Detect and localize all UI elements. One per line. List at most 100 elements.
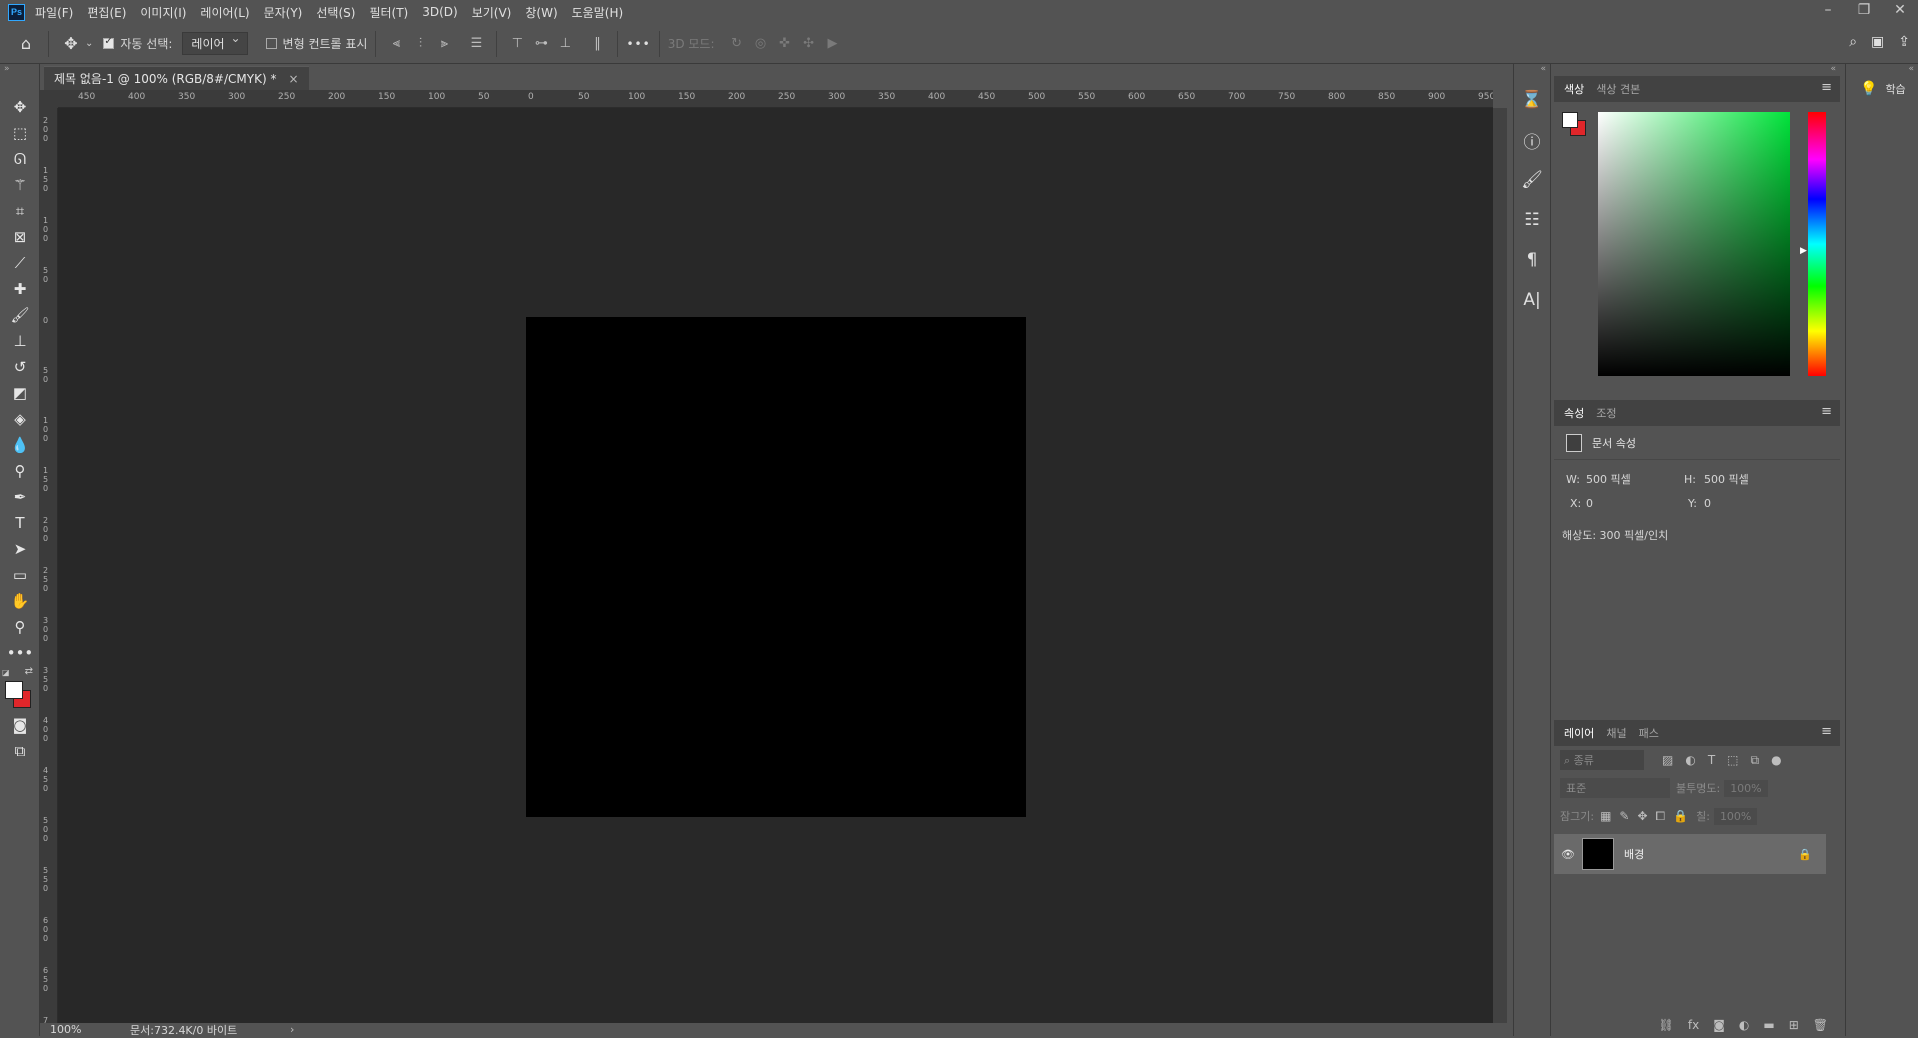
panel-menu-icon[interactable]: ≡ xyxy=(1821,724,1832,739)
close-icon[interactable]: ✕ xyxy=(1882,0,1918,24)
align-left-icon[interactable]: ⫷ xyxy=(384,36,408,51)
collapse-icon[interactable]: » xyxy=(0,64,39,94)
3d-roll-icon[interactable]: ◎ xyxy=(749,36,773,51)
edit-toolbar-icon[interactable]: ••• xyxy=(0,640,40,666)
eraser-tool-icon[interactable]: ◩ xyxy=(0,380,40,406)
collapse-icon[interactable]: « xyxy=(1554,64,1840,76)
tab-paths[interactable]: 패스 xyxy=(1637,725,1669,741)
menu-view[interactable]: 보기(V) xyxy=(472,4,512,21)
vertical-scrollbar[interactable] xyxy=(1493,108,1507,1023)
filter-smart-object-icon[interactable]: ⧉ xyxy=(1751,753,1760,768)
eyedropper-tool-icon[interactable]: ⟋ xyxy=(0,250,40,276)
fx-icon[interactable]: fx xyxy=(1688,1018,1699,1032)
dodge-tool-icon[interactable]: ⚲ xyxy=(0,458,40,484)
menu-file[interactable]: 파일(F) xyxy=(35,4,73,21)
tab-color[interactable]: 색상 xyxy=(1562,81,1594,97)
link-layers-icon[interactable]: ⛓ xyxy=(1659,1018,1674,1032)
frame-tool-icon[interactable]: ⊠ xyxy=(0,224,40,250)
lock-transparent-icon[interactable]: ▦ xyxy=(1600,809,1611,823)
tab-layers[interactable]: 레이어 xyxy=(1562,725,1604,741)
panel-menu-icon[interactable]: ≡ xyxy=(1821,80,1832,95)
h-value[interactable]: 500 픽셀 xyxy=(1704,471,1749,487)
opacity-input[interactable]: 100% xyxy=(1724,779,1768,797)
foreground-color-chip[interactable] xyxy=(1562,112,1578,128)
marquee-tool-icon[interactable]: ⬚ xyxy=(0,120,40,146)
document-tab[interactable]: 제목 없음-1 @ 100% (RGB/8#/CMYK) * × xyxy=(44,66,309,90)
blur-tool-icon[interactable]: 💧 xyxy=(0,432,40,458)
tab-adjustments[interactable]: 조정 xyxy=(1594,405,1626,421)
document-canvas[interactable] xyxy=(526,317,1026,817)
align-vcenter-icon[interactable]: ⊶ xyxy=(529,36,553,51)
healing-brush-tool-icon[interactable]: ✚ xyxy=(0,276,40,302)
move-tool-icon[interactable]: ✥ xyxy=(0,94,40,120)
auto-select-target-dropdown[interactable]: 레이어 xyxy=(182,31,248,55)
collapse-icon[interactable]: « xyxy=(1846,64,1918,76)
filter-shape-icon[interactable]: ⬚ xyxy=(1727,753,1738,767)
filter-adjustment-icon[interactable]: ◐ xyxy=(1685,753,1695,767)
learn-button[interactable]: 💡 학습 xyxy=(1846,76,1918,102)
paragraph-icon[interactable]: ¶ xyxy=(1514,240,1550,280)
adjustment-layer-icon[interactable]: ◐ xyxy=(1739,1018,1749,1032)
move-tool-icon[interactable]: ✥ xyxy=(57,34,85,53)
add-mask-icon[interactable]: ◙ xyxy=(1713,1018,1725,1032)
magic-wand-tool-icon[interactable]: ⚚ xyxy=(0,172,40,198)
distribute-vertical-icon[interactable]: ☰ xyxy=(464,36,488,51)
menu-filter[interactable]: 필터(T) xyxy=(369,4,408,21)
default-colors-icon[interactable]: ◪ xyxy=(2,668,10,677)
history-icon[interactable]: ⌛ xyxy=(1514,80,1550,120)
distribute-horizontal-icon[interactable]: ‖ xyxy=(585,36,609,51)
type-tool-icon[interactable]: T xyxy=(0,510,40,536)
delete-layer-icon[interactable]: 🗑 xyxy=(1813,1018,1828,1032)
3d-slide-icon[interactable]: ✣ xyxy=(797,36,821,51)
paint-bucket-tool-icon[interactable]: ◈ xyxy=(0,406,40,432)
filter-toggle-icon[interactable]: ● xyxy=(1771,753,1781,767)
tab-properties[interactable]: 속성 xyxy=(1562,405,1594,421)
share-icon[interactable]: ⇪ xyxy=(1898,34,1910,50)
align-hcenter-icon[interactable]: ⫶ xyxy=(408,36,432,51)
lock-image-icon[interactable]: ✎ xyxy=(1619,809,1629,823)
x-value[interactable]: 0 xyxy=(1586,497,1688,510)
more-options-icon[interactable]: ••• xyxy=(626,37,650,51)
hue-slider[interactable] xyxy=(1808,112,1826,376)
w-value[interactable]: 500 픽셀 xyxy=(1586,471,1684,487)
panel-menu-icon[interactable]: ≡ xyxy=(1821,404,1832,419)
workspace-icon[interactable]: ▣ xyxy=(1871,34,1884,50)
photoshop-logo[interactable]: Ps xyxy=(8,3,25,21)
layer-row[interactable]: 👁 배경 🔒 xyxy=(1554,834,1826,874)
menu-select[interactable]: 선택(S) xyxy=(316,4,355,21)
path-selection-tool-icon[interactable]: ➤ xyxy=(0,536,40,562)
zoom-level[interactable]: 100% xyxy=(50,1023,110,1036)
screen-mode-icon[interactable]: ⧉ xyxy=(0,738,40,764)
hue-slider-handle-icon[interactable]: ▶ xyxy=(1800,246,1807,256)
pen-tool-icon[interactable]: ✒ xyxy=(0,484,40,510)
horizontal-ruler[interactable]: 450 400 350 300 250 200 150 100 50 0 50 100 150 200 25… xyxy=(58,90,1493,108)
layer-lock-icon[interactable]: 🔒 xyxy=(1798,848,1812,861)
blend-mode-dropdown[interactable]: 표준 xyxy=(1560,778,1670,798)
fill-input[interactable]: 100% xyxy=(1713,807,1758,825)
foreground-color-swatch[interactable] xyxy=(5,681,23,699)
tab-swatches[interactable]: 색상 견본 xyxy=(1594,81,1650,97)
swap-colors-icon[interactable]: ⇄ xyxy=(25,666,33,677)
quick-mask-icon[interactable]: ◙ xyxy=(0,712,40,738)
align-right-icon[interactable]: ⫸ xyxy=(432,36,456,51)
new-group-icon[interactable]: ▬ xyxy=(1763,1018,1774,1032)
lock-all-icon[interactable]: 🔒 xyxy=(1673,809,1688,823)
auto-select-checkbox[interactable] xyxy=(103,36,115,49)
adjustments-icon[interactable]: ☷ xyxy=(1514,200,1550,240)
layer-filter-kind-dropdown[interactable]: ⌕ 종류 xyxy=(1560,750,1644,770)
collapse-icon[interactable]: « xyxy=(1514,64,1550,80)
layer-name[interactable]: 배경 xyxy=(1624,846,1798,862)
status-menu-icon[interactable]: › xyxy=(290,1023,294,1036)
menu-layer[interactable]: 레이어(L) xyxy=(200,4,249,21)
3d-camera-icon[interactable]: ▶ xyxy=(821,36,845,51)
lasso-tool-icon[interactable]: ᘏ xyxy=(0,146,40,172)
search-icon[interactable]: ⌕ xyxy=(1849,34,1857,50)
menu-edit[interactable]: 편집(E) xyxy=(87,4,126,21)
hand-tool-icon[interactable]: ✋ xyxy=(0,588,40,614)
lock-artboard-icon[interactable]: ⧠ xyxy=(1656,809,1666,824)
transform-controls-checkbox[interactable] xyxy=(265,38,277,49)
info-icon[interactable]: ⓘ xyxy=(1514,120,1550,160)
lock-position-icon[interactable]: ✥ xyxy=(1637,809,1647,823)
tab-channels[interactable]: 채널 xyxy=(1604,725,1636,741)
y-value[interactable]: 0 xyxy=(1704,497,1711,510)
